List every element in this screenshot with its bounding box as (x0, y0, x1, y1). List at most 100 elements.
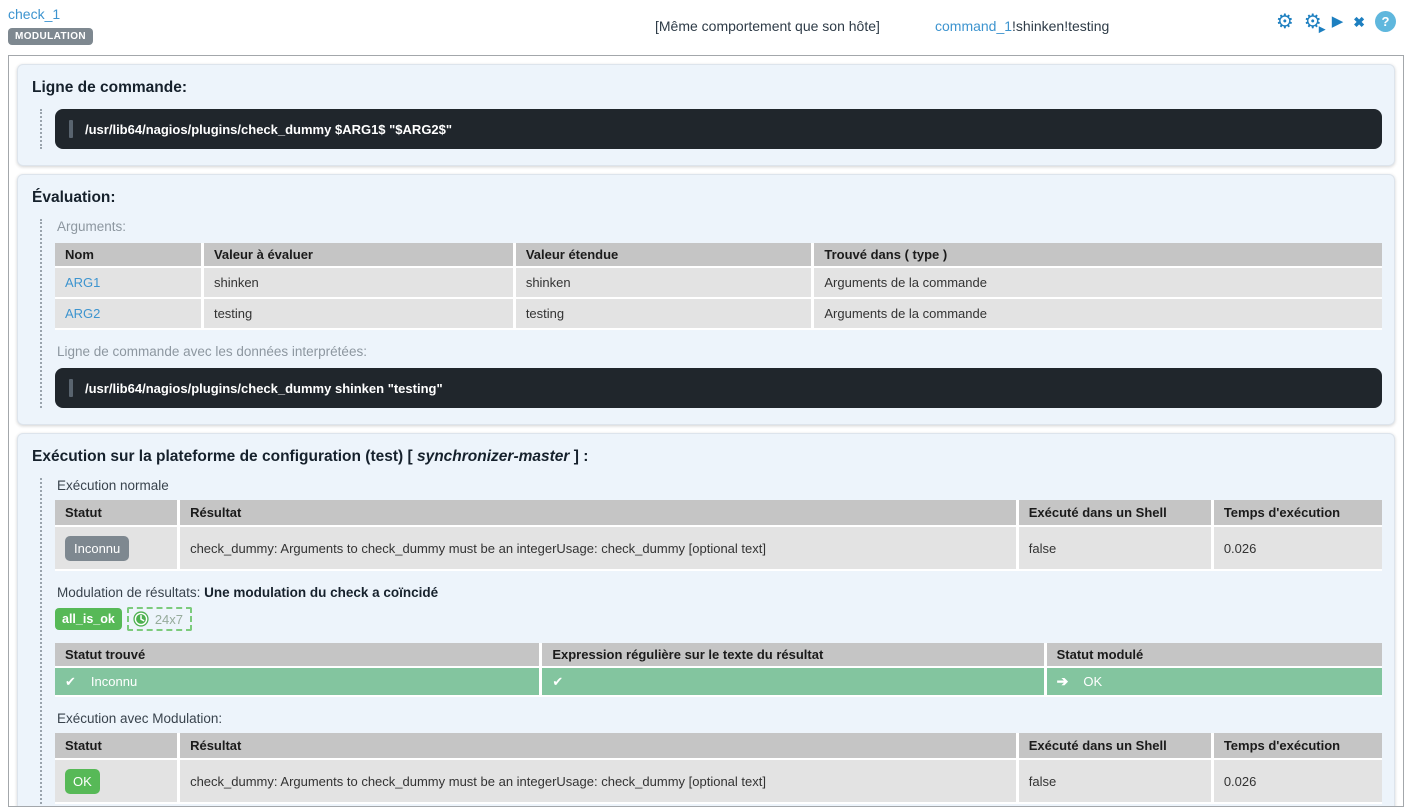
col-statut: Statut (55, 500, 177, 527)
arg-foundin-cell: Arguments de la commande (811, 299, 1382, 330)
col-statut: Statut (55, 733, 177, 760)
mini-arrow-icon: ▶ (1319, 25, 1326, 34)
arg1-link[interactable]: ARG1 (65, 275, 100, 290)
execution-content: Exécution normale Statut Résultat Exécut… (40, 478, 1382, 804)
arg2-link[interactable]: ARG2 (65, 306, 100, 321)
interpreted-command-label: Ligne de commande avec les données inter… (57, 344, 1380, 359)
col-regex: Expression régulière sur le texte du rés… (539, 643, 1043, 668)
found-status-cell: ✔ Inconnu (55, 668, 539, 697)
check-identity: check_1 MODULATION (8, 6, 93, 45)
modulation-header-row: Statut trouvé Expression régulière sur l… (55, 643, 1382, 668)
command-args-text: !shinken!testing (1012, 18, 1109, 34)
command-link[interactable]: command_1 (935, 18, 1012, 34)
with-modulation-label: Exécution avec Modulation: (57, 711, 1380, 726)
col-valeur-etendue: Valeur étendue (513, 243, 812, 268)
arguments-table: Nom Valeur à évaluer Valeur étendue Trou… (55, 243, 1382, 330)
arrow-right-icon: ➔ (1057, 673, 1069, 690)
table-row: ARG1 shinken shinken Arguments de la com… (55, 268, 1382, 299)
modulation-result-line: Modulation de résultats: Une modulation … (57, 585, 1380, 600)
modulated-execution-table: Statut Résultat Exécuté dans un Shell Te… (55, 733, 1382, 804)
arg-name-cell: ARG2 (55, 299, 201, 330)
evaluation-title: Évaluation: (32, 189, 1380, 207)
code-caret-bar (69, 379, 73, 397)
table-row: OK check_dummy: Arguments to check_dummy… (55, 760, 1382, 804)
time-cell: 0.026 (1211, 760, 1382, 804)
execution-title-suffix: ] : (569, 448, 588, 465)
settings-gear-icon[interactable]: ⚙ (1276, 12, 1294, 32)
arguments-label: Arguments: (57, 219, 1380, 234)
interpreted-command-text: /usr/lib64/nagios/plugins/check_dummy sh… (85, 381, 443, 396)
shell-cell: false (1016, 527, 1211, 571)
col-trouve-dans: Trouvé dans ( type ) (811, 243, 1382, 268)
arg-value-cell: shinken (201, 268, 513, 299)
execution-panel: Exécution sur la plateforme de configura… (17, 433, 1395, 807)
col-resultat: Résultat (177, 500, 1016, 527)
modulation-table: Statut trouvé Expression régulière sur l… (55, 643, 1382, 697)
code-caret-bar (69, 120, 73, 138)
status-badge: OK (65, 769, 100, 794)
arg-foundin-cell: Arguments de la commande (811, 268, 1382, 299)
col-nom: Nom (55, 243, 201, 268)
timeperiod-chip: 24x7 (127, 607, 192, 631)
platform-name: synchronizer-master (417, 448, 569, 465)
table-row: ARG2 testing testing Arguments de la com… (55, 299, 1382, 330)
col-statut-module: Statut modulé (1044, 643, 1382, 668)
command-line-box: /usr/lib64/nagios/plugins/check_dummy $A… (55, 109, 1382, 149)
col-resultat: Résultat (177, 733, 1016, 760)
status-badge: Inconnu (65, 536, 129, 561)
shell-cell: false (1016, 760, 1211, 804)
col-valeur-a-evaluer: Valeur à évaluer (201, 243, 513, 268)
col-temps: Temps d'exécution (1211, 500, 1382, 527)
modulation-label: Modulation de résultats: (57, 585, 200, 600)
header-actions: ⚙ ⚙▶ ▶ ✖ ? (1276, 11, 1396, 32)
time-cell: 0.026 (1211, 527, 1382, 571)
modulated-status-cell: ➔ OK (1044, 668, 1382, 697)
modulation-result-text: Une modulation du check a coïncidé (204, 585, 438, 600)
check-icon: ✔ (552, 674, 563, 690)
interpreted-command-box: /usr/lib64/nagios/plugins/check_dummy sh… (55, 368, 1382, 408)
modulation-badges: all_is_ok 24x7 (55, 607, 1382, 631)
arg-name-cell: ARG1 (55, 268, 201, 299)
result-cell: check_dummy: Arguments to check_dummy mu… (177, 760, 1016, 804)
execution-title: Exécution sur la plateforme de configura… (32, 448, 1380, 466)
arg-value-cell: testing (201, 299, 513, 330)
normal-execution-table: Statut Résultat Exécuté dans un Shell Te… (55, 500, 1382, 571)
arg-extended-cell: testing (513, 299, 812, 330)
help-icon[interactable]: ? (1375, 11, 1396, 32)
execution-header-row: Statut Résultat Exécuté dans un Shell Te… (55, 500, 1382, 527)
close-icon[interactable]: ✖ (1353, 15, 1365, 29)
status-cell: OK (55, 760, 177, 804)
command-line-content: /usr/lib64/nagios/plugins/check_dummy $A… (40, 109, 1382, 149)
check-name-link[interactable]: check_1 (8, 6, 93, 22)
normal-execution-label: Exécution normale (57, 478, 1380, 493)
regex-match-cell: ✔ (539, 668, 1043, 697)
col-temps: Temps d'exécution (1211, 733, 1382, 760)
host-behavior-note: [Même comportement que son hôte] (655, 18, 880, 34)
table-row: Inconnu check_dummy: Arguments to check_… (55, 527, 1382, 571)
arg-extended-cell: shinken (513, 268, 812, 299)
evaluation-panel: Évaluation: Arguments: Nom Valeur à éval… (17, 174, 1395, 425)
found-status-text: Inconnu (91, 674, 137, 689)
refresh-gear-icon[interactable]: ⚙▶ (1304, 12, 1322, 32)
result-cell: check_dummy: Arguments to check_dummy mu… (177, 527, 1016, 571)
col-statut-trouve: Statut trouvé (55, 643, 539, 668)
check-icon: ✔ (65, 674, 76, 690)
command-reference: command_1!shinken!testing (935, 18, 1109, 34)
main-container: Ligne de commande: /usr/lib64/nagios/plu… (8, 55, 1404, 807)
col-shell: Exécuté dans un Shell (1016, 733, 1211, 760)
execution-header-row: Statut Résultat Exécuté dans un Shell Te… (55, 733, 1382, 760)
col-shell: Exécuté dans un Shell (1016, 500, 1211, 527)
top-header: check_1 MODULATION [Même comportement qu… (0, 0, 1412, 55)
modulated-status-text: OK (1083, 674, 1102, 689)
command-line-panel: Ligne de commande: /usr/lib64/nagios/plu… (17, 64, 1395, 166)
modulation-name-badge: all_is_ok (55, 608, 122, 630)
arguments-header-row: Nom Valeur à évaluer Valeur étendue Trou… (55, 243, 1382, 268)
command-line-title: Ligne de commande: (32, 79, 1380, 97)
status-cell: Inconnu (55, 527, 177, 571)
table-row: ✔ Inconnu ✔ ➔ OK (55, 668, 1382, 697)
clock-icon (133, 611, 149, 627)
timeperiod-text: 24x7 (155, 612, 183, 627)
execution-title-prefix: Exécution sur la plateforme de configura… (32, 448, 417, 465)
run-check-icon[interactable]: ▶ (1332, 14, 1344, 29)
modulation-badge: MODULATION (8, 28, 93, 45)
